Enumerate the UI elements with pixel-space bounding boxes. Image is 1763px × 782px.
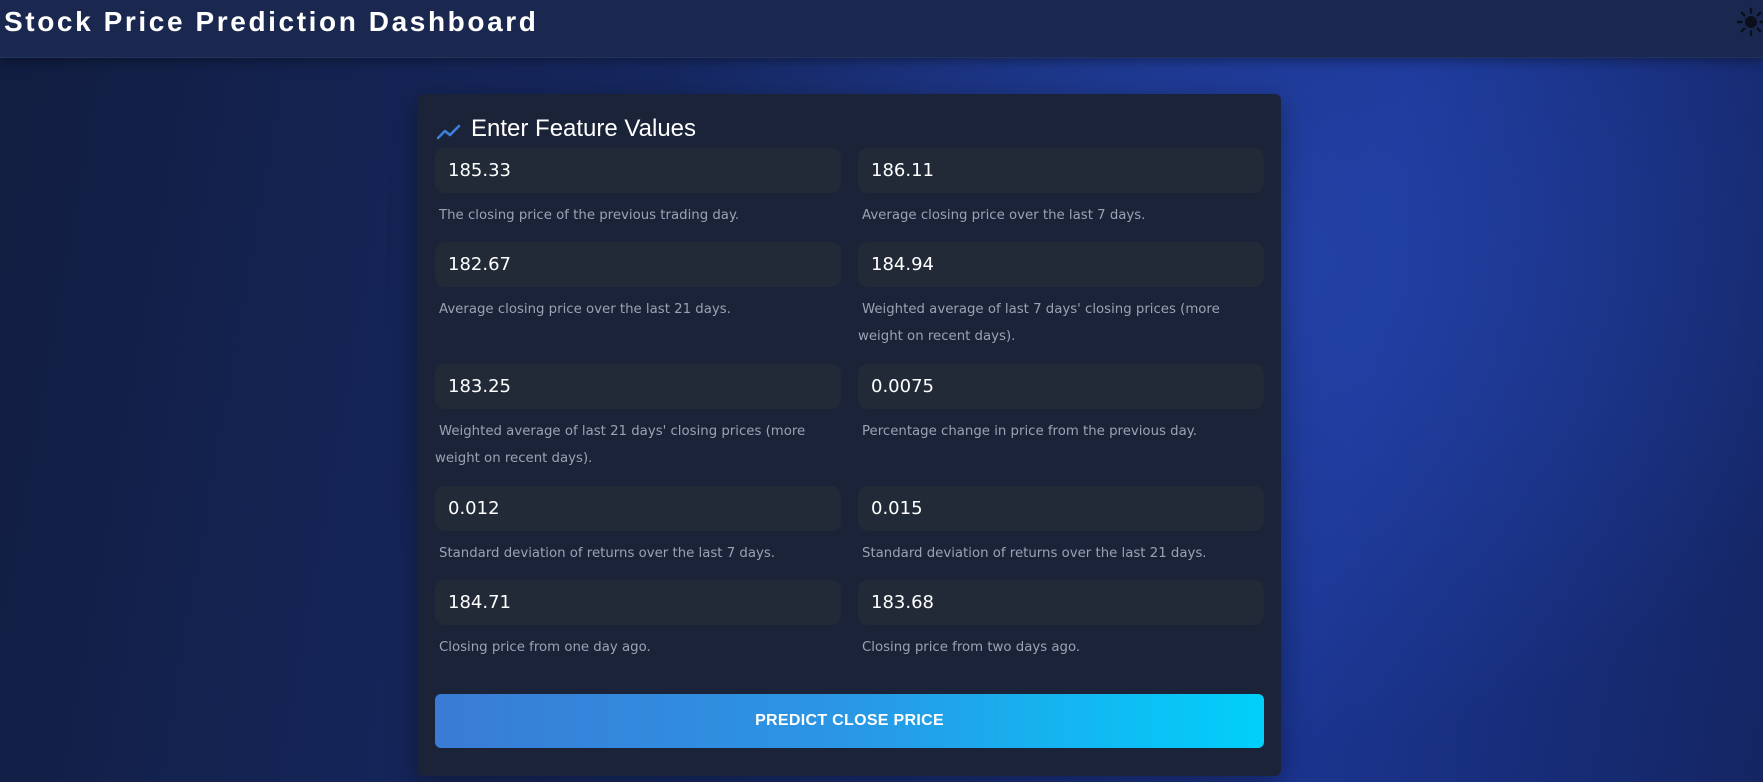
prev-close-help: The closing price of the previous tradin… (439, 208, 740, 223)
feature-field-lag-2: Closing price from two days ago. (858, 580, 1264, 661)
lag-1-help: Closing price from one day ago. (439, 640, 651, 655)
lag-1-input[interactable] (435, 580, 841, 625)
lag-2-input[interactable] (858, 580, 1264, 625)
std-21-input[interactable] (858, 486, 1264, 531)
wma-7-input[interactable] (858, 242, 1264, 287)
sma-7-input[interactable] (858, 148, 1264, 193)
feature-field-std-7: Standard deviation of returns over the l… (435, 486, 841, 567)
feature-field-wma-21: Weighted average of last 21 days' closin… (435, 364, 841, 472)
feature-field-wma-7: Weighted average of last 7 days' closing… (858, 242, 1264, 350)
std-21-help: Standard deviation of returns over the l… (862, 546, 1207, 561)
feature-field-pct-change: Percentage change in price from the prev… (858, 364, 1264, 445)
sma-21-input[interactable] (435, 242, 841, 287)
std-7-help: Standard deviation of returns over the l… (439, 546, 776, 561)
card-header: Enter Feature Values (437, 114, 696, 144)
feature-field-prev-close: The closing price of the previous tradin… (435, 148, 841, 229)
sun-icon (1736, 7, 1763, 37)
lag-2-help: Closing price from two days ago. (862, 640, 1081, 655)
card-title: Enter Feature Values (471, 115, 697, 142)
feature-field-sma-21: Average closing price over the last 21 d… (435, 242, 841, 323)
pct-change-input[interactable] (858, 364, 1264, 409)
wma-21-input[interactable] (435, 364, 841, 409)
feature-field-sma-7: Average closing price over the last 7 da… (858, 148, 1264, 229)
top-bar: Stock Price Prediction Dashboard (0, 0, 1763, 58)
sma-7-help: Average closing price over the last 7 da… (862, 208, 1146, 223)
wma-7-help: Weighted average of last 7 days' closing… (858, 302, 1220, 344)
wma-21-help: Weighted average of last 21 days' closin… (435, 424, 806, 466)
prev-close-input[interactable] (435, 148, 841, 193)
trending-chart-icon (437, 124, 461, 140)
pct-change-help: Percentage change in price from the prev… (862, 424, 1197, 439)
app-title: Stock Price Prediction Dashboard (4, 6, 539, 37)
theme-toggle-button[interactable] (1736, 7, 1763, 37)
std-7-input[interactable] (435, 486, 841, 531)
feature-field-std-21: Standard deviation of returns over the l… (858, 486, 1264, 567)
feature-form-card: Enter Feature Values The closing price o… (417, 94, 1281, 776)
feature-field-lag-1: Closing price from one day ago. (435, 580, 841, 661)
sma-21-help: Average closing price over the last 21 d… (439, 302, 731, 317)
predict-close-price-button[interactable]: PREDICT CLOSE PRICE (435, 694, 1264, 748)
